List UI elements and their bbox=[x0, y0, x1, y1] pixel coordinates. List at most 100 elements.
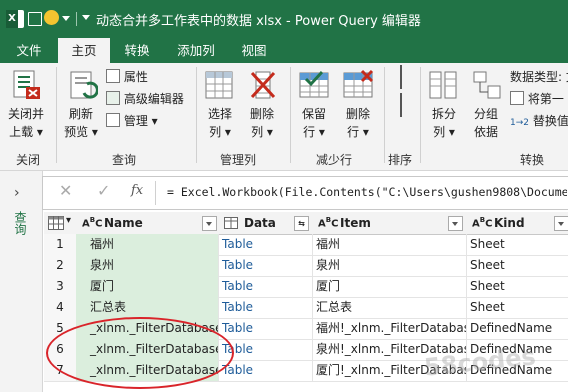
cell-data-table-link[interactable]: Table bbox=[218, 360, 313, 382]
table-icon bbox=[48, 216, 64, 230]
filter-dropdown-icon[interactable] bbox=[554, 216, 568, 231]
column-header-name[interactable]: ABC Name bbox=[76, 212, 219, 235]
cell-kind: Sheet bbox=[466, 234, 568, 256]
group-divider bbox=[420, 67, 421, 163]
column-data-label: Data bbox=[244, 216, 276, 230]
refresh-label-1: 刷新 bbox=[68, 107, 93, 121]
remove-rows-label-1: 删除 bbox=[345, 107, 370, 121]
smiley-feedback-icon[interactable] bbox=[44, 10, 59, 25]
sort-descending-button[interactable] bbox=[392, 93, 410, 117]
column-header-data[interactable]: Data ⇆ bbox=[218, 212, 313, 235]
table-corner-menu[interactable]: ▾ bbox=[44, 212, 77, 235]
title-bar: X 动态合并多工作表中的数据 xlsx - Power Query 编辑器 bbox=[0, 0, 568, 38]
group-divider bbox=[196, 67, 197, 163]
cancel-formula-icon[interactable]: ✕ bbox=[59, 181, 72, 200]
split-column-button[interactable]: 拆分 列 ▾ bbox=[424, 105, 464, 141]
cell-kind: Sheet bbox=[466, 255, 568, 277]
choose-columns-label-1: 选择 bbox=[207, 107, 232, 121]
cell-kind: DefinedName bbox=[466, 318, 568, 340]
filter-dropdown-icon[interactable] bbox=[202, 216, 217, 231]
keep-rows-button[interactable]: 保留 行 ▾ bbox=[294, 105, 334, 141]
choose-columns-button[interactable]: 选择 列 ▾ bbox=[200, 105, 240, 141]
cell-item: 泉州 bbox=[312, 255, 467, 277]
remove-rows-button[interactable]: 删除 行 ▾ bbox=[338, 105, 378, 141]
quick-access-divider bbox=[76, 12, 77, 26]
fx-icon[interactable]: fx bbox=[131, 183, 143, 198]
group-by-label-1: 分组 bbox=[473, 107, 498, 121]
confirm-formula-icon[interactable]: ✓ bbox=[97, 181, 110, 200]
chevron-down-icon: ▾ bbox=[151, 114, 158, 128]
row-number: 4 bbox=[44, 297, 77, 319]
chevron-down-icon: ▾ bbox=[66, 215, 72, 226]
queries-pane-label[interactable]: 查询 bbox=[12, 211, 29, 235]
close-and-apply-label-2: 上载 bbox=[9, 125, 34, 139]
row-number: 3 bbox=[44, 276, 77, 298]
advanced-editor-label: 高级编辑器 bbox=[123, 92, 184, 106]
cell-data-table-link[interactable]: Table bbox=[218, 276, 313, 298]
text-type-icon: ABC bbox=[472, 216, 493, 230]
column-header-kind[interactable]: ABC Kind bbox=[466, 212, 568, 235]
group-manage-columns-label: 管理列 bbox=[220, 153, 257, 167]
cell-data-table-link[interactable]: Table bbox=[218, 297, 313, 319]
remove-columns-icon bbox=[250, 71, 276, 99]
chevron-down-icon: ▾ bbox=[36, 125, 43, 139]
use-first-row-button[interactable]: 将第一 bbox=[510, 90, 564, 108]
cell-data-table-link[interactable]: Table bbox=[218, 318, 313, 340]
formula-input[interactable]: = Excel.Workbook(File.Contents("C:\Users… bbox=[167, 185, 567, 199]
replace-values-label: 替换值 bbox=[532, 114, 568, 128]
save-icon[interactable] bbox=[28, 12, 42, 26]
use-first-row-label: 将第一 bbox=[527, 92, 564, 106]
cell-data-table-link[interactable]: Table bbox=[218, 234, 313, 256]
keep-rows-label-1: 保留 bbox=[301, 107, 326, 121]
close-and-apply-button[interactable]: 关闭并 上载 ▾ bbox=[2, 105, 50, 141]
column-header-item[interactable]: ABC Item bbox=[312, 212, 467, 235]
excel-logo-icon: X bbox=[6, 10, 24, 28]
group-sort-label: 排序 bbox=[388, 153, 413, 167]
ribbon-tabs: 文件 主页 转换 添加列 视图 bbox=[0, 38, 568, 63]
cell-name: 福州 bbox=[76, 234, 219, 256]
expand-column-icon[interactable]: ⇆ bbox=[294, 216, 309, 231]
filter-dropdown-icon[interactable] bbox=[448, 216, 463, 231]
queries-pane-collapsed: › 查询 bbox=[0, 171, 43, 392]
cell-name: 泉州 bbox=[76, 255, 219, 277]
remove-rows-icon bbox=[343, 69, 374, 98]
refresh-preview-button[interactable]: 刷新 预览 ▾ bbox=[58, 105, 104, 141]
more-commands-icon[interactable] bbox=[82, 15, 90, 20]
group-by-button[interactable]: 分组 依据 bbox=[466, 105, 506, 141]
chevron-down-icon: ▾ bbox=[224, 125, 231, 139]
column-name-label: Name bbox=[104, 216, 143, 230]
tab-transform[interactable]: 转换 bbox=[112, 38, 162, 63]
properties-icon bbox=[106, 69, 120, 83]
sort-ascending-button[interactable] bbox=[392, 65, 410, 89]
remove-columns-label-1: 删除 bbox=[249, 107, 274, 121]
tab-home[interactable]: 主页 bbox=[58, 38, 110, 63]
remove-columns-button[interactable]: 删除 列 ▾ bbox=[242, 105, 282, 141]
advanced-editor-button[interactable]: 高级编辑器 bbox=[106, 90, 184, 108]
close-and-load-icon bbox=[13, 70, 40, 99]
group-close-label: 关闭 bbox=[16, 153, 41, 167]
tab-add-column[interactable]: 添加列 bbox=[166, 38, 226, 63]
manage-button[interactable]: 管理 ▾ bbox=[106, 112, 158, 130]
cell-item: 厦门 bbox=[312, 276, 467, 298]
cell-data-table-link[interactable]: Table bbox=[218, 255, 313, 277]
properties-button[interactable]: 属性 bbox=[106, 68, 148, 86]
tab-view[interactable]: 视图 bbox=[230, 38, 278, 63]
text-type-icon: ABC bbox=[318, 216, 339, 230]
data-type-dropdown[interactable]: 数据类型: 文 bbox=[510, 68, 568, 86]
tab-file[interactable]: 文件 bbox=[0, 38, 58, 63]
cell-name: 汇总表 bbox=[76, 297, 219, 319]
advanced-editor-icon bbox=[106, 91, 120, 105]
group-reduce-rows-label: 减少行 bbox=[316, 153, 353, 167]
split-column-label-1: 拆分 bbox=[431, 107, 456, 121]
refresh-label-2: 预览 bbox=[64, 125, 89, 139]
dropdown-arrow-icon[interactable] bbox=[62, 16, 70, 21]
replace-values-button[interactable]: 1→2 替换值 bbox=[510, 112, 568, 132]
expand-queries-chevron-icon[interactable]: › bbox=[14, 185, 20, 201]
sort-descending-icon bbox=[392, 93, 402, 117]
cell-item: 福州!_xlnm._FilterDatabase bbox=[312, 318, 467, 340]
properties-label: 属性 bbox=[123, 70, 148, 84]
group-by-icon bbox=[473, 71, 501, 99]
group-by-label-2: 依据 bbox=[473, 125, 498, 139]
cell-kind: Sheet bbox=[466, 297, 568, 319]
chevron-down-icon: ▾ bbox=[266, 125, 273, 139]
